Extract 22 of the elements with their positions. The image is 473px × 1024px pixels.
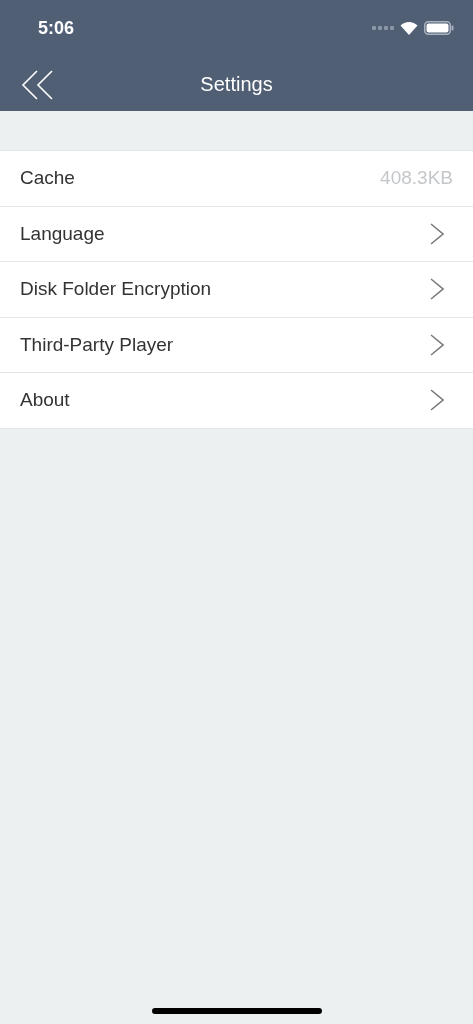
settings-row[interactable]: Language <box>0 206 473 262</box>
battery-icon <box>424 21 454 35</box>
row-label: Cache <box>20 166 75 190</box>
back-button[interactable] <box>20 69 54 101</box>
settings-row[interactable]: About <box>0 373 473 429</box>
chevron-right-icon <box>430 278 444 301</box>
double-chevron-left-icon <box>21 70 53 100</box>
status-time: 5:06 <box>38 16 75 40</box>
signal-icon <box>372 26 394 30</box>
row-label: Disk Folder Encryption <box>20 277 212 301</box>
wifi-icon <box>400 21 418 35</box>
chevron-right-icon <box>430 389 444 412</box>
cache-size: 408.3KB <box>380 166 453 190</box>
row-label: Language <box>20 221 105 246</box>
chevron-right-icon <box>430 333 444 356</box>
row-label: Third-Party Player <box>20 332 174 357</box>
page-title: Settings <box>200 71 273 97</box>
row-label: About <box>20 388 70 412</box>
settings-row[interactable]: Third-Party Player <box>0 317 473 373</box>
settings-row[interactable]: Disk Folder Encryption <box>0 262 473 318</box>
settings-row[interactable]: Cache 408.3KB <box>0 151 473 207</box>
chevron-right-icon <box>430 222 444 245</box>
